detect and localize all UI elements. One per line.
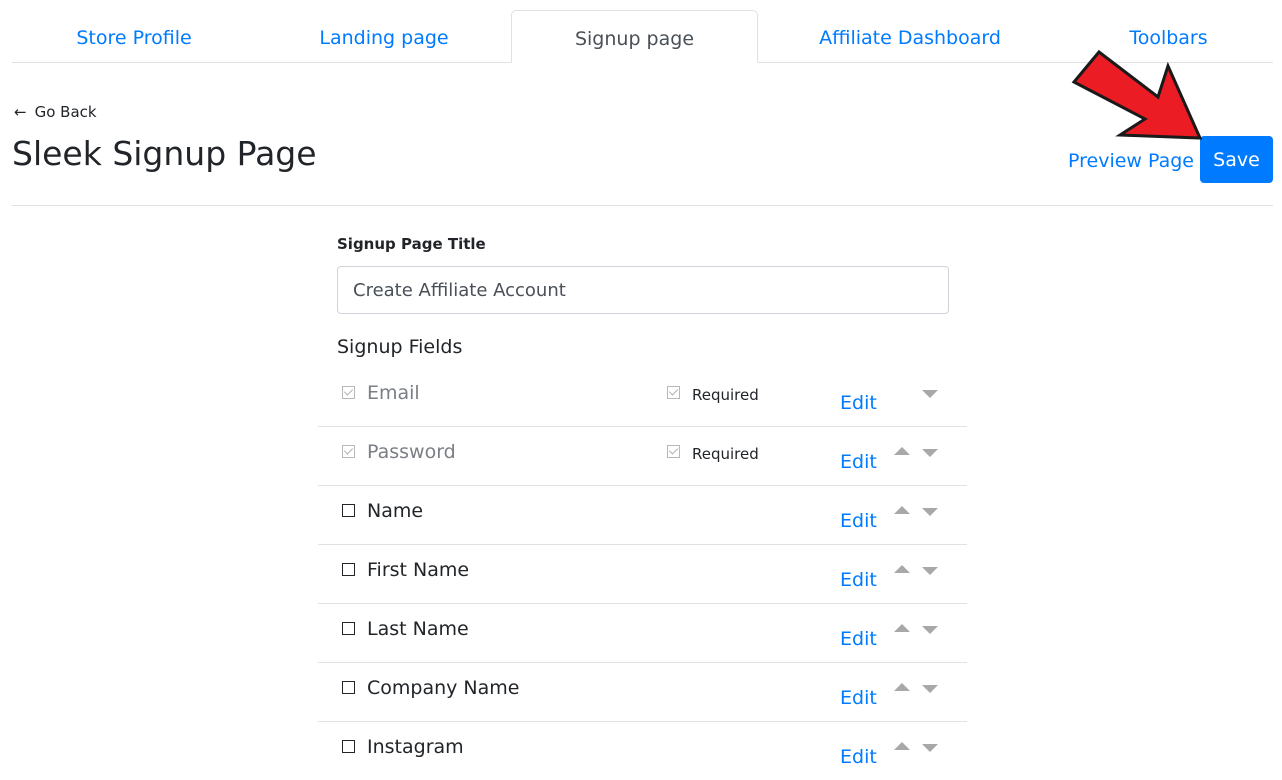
field-name: Password (367, 441, 456, 463)
field-row-first-name: First Name Edit (318, 545, 967, 604)
field-row-name: Name Edit (318, 486, 967, 545)
field-row-instagram: Instagram Edit (318, 722, 967, 780)
field-name: Instagram (367, 736, 464, 758)
field-name: Last Name (367, 618, 469, 640)
move-up-icon[interactable] (894, 624, 910, 632)
annotation-arrow-icon (1071, 49, 1203, 140)
signup-fields-list: Email Required Edit Password Required Ed… (318, 368, 967, 780)
edit-link[interactable]: Edit (840, 451, 877, 473)
field-enabled-checkbox (342, 386, 355, 399)
edit-link[interactable]: Edit (840, 392, 877, 414)
page-title: Sleek Signup Page (12, 134, 317, 173)
move-down-icon[interactable] (922, 744, 938, 752)
field-enabled-checkbox[interactable] (342, 740, 355, 753)
preview-page-link[interactable]: Preview Page (1068, 150, 1194, 172)
tab-affiliate-dashboard[interactable]: Affiliate Dashboard (764, 10, 1056, 62)
header-divider (12, 205, 1273, 206)
field-row-email: Email Required Edit (318, 368, 967, 427)
field-row-last-name: Last Name Edit (318, 604, 967, 663)
required-checkbox (667, 386, 680, 399)
required-checkbox (667, 445, 680, 458)
move-up-icon[interactable] (894, 683, 910, 691)
field-enabled-checkbox[interactable] (342, 504, 355, 517)
move-up-icon[interactable] (894, 447, 910, 455)
required-label: Required (692, 386, 759, 404)
move-down-icon[interactable] (922, 390, 938, 398)
edit-link[interactable]: Edit (840, 687, 877, 709)
edit-link[interactable]: Edit (840, 510, 877, 532)
move-up-icon[interactable] (894, 565, 910, 573)
field-name: First Name (367, 559, 470, 581)
field-enabled-checkbox[interactable] (342, 563, 355, 576)
go-back-link[interactable]: ← Go Back (14, 103, 97, 121)
field-enabled-checkbox (342, 445, 355, 458)
field-row-password: Password Required Edit (318, 427, 967, 486)
signup-fields-label: Signup Fields (337, 336, 463, 358)
field-enabled-checkbox[interactable] (342, 622, 355, 635)
required-label: Required (692, 445, 759, 463)
tab-signup-page[interactable]: Signup page (511, 10, 758, 63)
move-down-icon[interactable] (922, 626, 938, 634)
move-up-icon[interactable] (894, 506, 910, 514)
edit-link[interactable]: Edit (840, 746, 877, 768)
signup-title-label: Signup Page Title (337, 235, 486, 253)
edit-link[interactable]: Edit (840, 628, 877, 650)
move-down-icon[interactable] (922, 449, 938, 457)
field-name: Name (367, 500, 424, 522)
tab-store-profile[interactable]: Store Profile (12, 10, 256, 62)
signup-title-input[interactable] (337, 266, 949, 314)
go-back-label: Go Back (34, 103, 97, 121)
move-up-icon[interactable] (894, 742, 910, 750)
save-button[interactable]: Save (1200, 136, 1273, 183)
move-down-icon[interactable] (922, 685, 938, 693)
edit-link[interactable]: Edit (840, 569, 877, 591)
field-name: Email (367, 382, 420, 404)
arrow-left-icon: ← (14, 103, 27, 121)
field-row-company-name: Company Name Edit (318, 663, 967, 722)
tab-landing-page[interactable]: Landing page (262, 10, 506, 62)
field-enabled-checkbox[interactable] (342, 681, 355, 694)
move-down-icon[interactable] (922, 508, 938, 516)
move-down-icon[interactable] (922, 567, 938, 575)
field-name: Company Name (367, 677, 520, 699)
